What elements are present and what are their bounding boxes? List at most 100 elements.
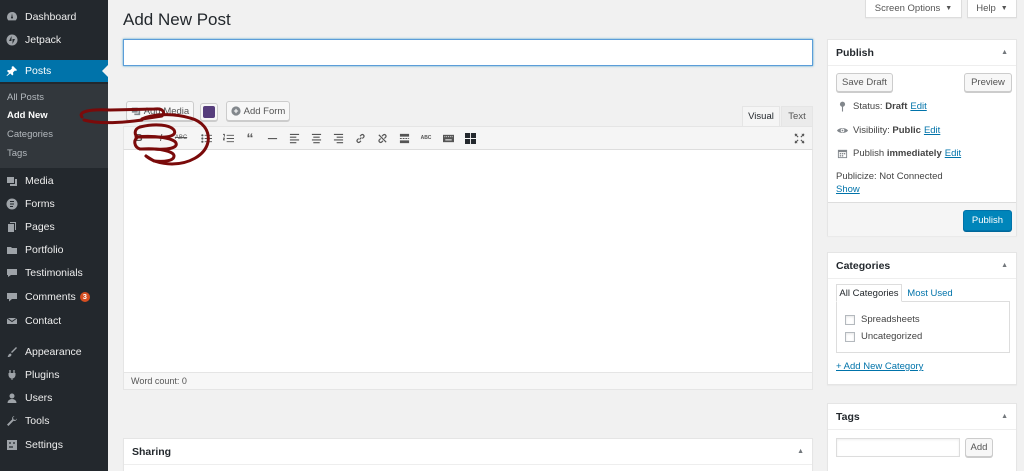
menu-dashboard[interactable]: Dashboard — [0, 6, 108, 28]
horizontal-line-button[interactable] — [265, 131, 279, 145]
add-tag-button[interactable]: Add — [965, 438, 993, 457]
distraction-free-button[interactable] — [792, 131, 806, 145]
align-left-button[interactable] — [287, 131, 301, 145]
category-label: Uncategorized — [861, 331, 923, 342]
menu-jetpack[interactable]: Jetpack — [0, 29, 108, 51]
edit-visibility-link[interactable]: Edit — [924, 125, 940, 136]
publish-header[interactable]: Publish ▲ — [828, 40, 1016, 66]
menu-pages-label: Pages — [25, 221, 55, 233]
jetpack-icon — [5, 33, 19, 47]
menu-contact[interactable]: Contact — [0, 310, 108, 332]
eye-icon — [836, 124, 848, 136]
screen-options-label: Screen Options — [874, 3, 941, 14]
comments-count-badge: 3 — [79, 292, 90, 302]
menu-media[interactable]: Media — [0, 170, 108, 192]
editor-toolbar: B I ABC “ ABC — [123, 126, 813, 150]
wrench-icon — [5, 414, 19, 428]
add-new-category-link[interactable]: + Add New Category — [836, 361, 923, 372]
pushpin-icon — [5, 64, 19, 78]
tab-most-used[interactable]: Most Used — [904, 284, 956, 302]
submenu-add-new[interactable]: Add New — [7, 110, 48, 121]
unlink-icon — [377, 133, 387, 143]
menu-appearance[interactable]: Appearance — [0, 341, 108, 363]
sharing-header[interactable]: Sharing ▲ — [124, 439, 812, 465]
pin-icon — [836, 100, 848, 112]
category-item[interactable]: Uncategorized — [845, 331, 922, 342]
tab-all-categories[interactable]: All Categories — [836, 284, 902, 302]
publish-actions: Publish — [828, 202, 1016, 236]
grid-shortcode-button[interactable] — [463, 131, 477, 145]
read-more-icon — [399, 133, 409, 143]
tags-header[interactable]: Tags ▲ — [828, 404, 1016, 430]
envelope-icon — [5, 314, 19, 328]
menu-plugins-label: Plugins — [25, 369, 60, 381]
status-label: Status: — [853, 100, 883, 112]
toolbar-toggle-button[interactable] — [441, 131, 455, 145]
menu-forms[interactable]: Forms — [0, 193, 108, 215]
tab-text[interactable]: Text — [781, 106, 813, 126]
post-content-editor[interactable] — [123, 150, 813, 372]
category-checkbox[interactable] — [845, 314, 855, 325]
help-button[interactable]: Help ▼ — [967, 0, 1017, 18]
screen-options-button[interactable]: Screen Options ▼ — [865, 0, 962, 18]
publish-button[interactable]: Publish — [963, 210, 1012, 231]
add-form-button[interactable]: Add Form — [226, 101, 290, 121]
new-tag-input[interactable] — [836, 438, 960, 457]
menu-posts[interactable]: Posts — [0, 60, 108, 82]
numbered-list-button[interactable] — [221, 131, 235, 145]
tags-box: Tags ▲ Add — [827, 403, 1017, 471]
submenu-all-posts[interactable]: All Posts — [7, 92, 44, 103]
status-row: Status: Draft Edit — [836, 100, 927, 112]
menu-settings[interactable]: Settings — [0, 434, 108, 456]
schedule-value: immediately — [886, 147, 942, 159]
insert-link-button[interactable] — [353, 131, 367, 145]
keyboard-icon — [442, 134, 454, 142]
collapse-arrow-icon[interactable]: ▲ — [1001, 262, 1008, 269]
grid-icon — [464, 132, 476, 144]
edit-status-link[interactable]: Edit — [910, 101, 926, 112]
menu-testimonials[interactable]: Testimonials — [0, 262, 108, 284]
help-label: Help — [976, 3, 996, 14]
publish-box: Publish ▲ Save Draft Preview Status: Dra… — [827, 39, 1017, 236]
dashboard-icon — [5, 10, 19, 24]
preview-button[interactable]: Preview — [964, 73, 1012, 92]
edit-schedule-link[interactable]: Edit — [945, 148, 961, 159]
sharing-box: Sharing ▲ — [123, 438, 813, 471]
category-label: Spreadsheets — [861, 314, 920, 325]
menu-pages[interactable]: Pages — [0, 216, 108, 238]
blockquote-button[interactable]: “ — [243, 130, 257, 146]
menu-users[interactable]: Users — [0, 387, 108, 409]
publicize-show-link[interactable]: Show — [836, 184, 860, 195]
categories-header[interactable]: Categories ▲ — [828, 253, 1016, 279]
menu-jetpack-label: Jetpack — [25, 34, 62, 46]
menu-plugins[interactable]: Plugins — [0, 364, 108, 386]
spellcheck-button[interactable]: ABC — [419, 131, 433, 145]
tab-visual[interactable]: Visual — [742, 106, 780, 126]
word-count: Word count: 0 — [131, 376, 187, 386]
submenu-tags[interactable]: Tags — [7, 148, 27, 159]
status-value: Draft — [885, 100, 908, 112]
remove-link-button[interactable] — [375, 131, 389, 145]
menu-posts-label: Posts — [25, 65, 52, 77]
collapse-arrow-icon[interactable]: ▲ — [797, 448, 804, 455]
category-checkbox[interactable] — [845, 331, 855, 342]
save-draft-button[interactable]: Save Draft — [836, 73, 893, 92]
menu-comments[interactable]: Comments 3 — [0, 286, 108, 308]
submenu-categories[interactable]: Categories — [7, 129, 53, 140]
align-left-icon — [289, 133, 299, 143]
align-right-button[interactable] — [331, 131, 345, 145]
menu-appearance-label: Appearance — [25, 346, 82, 358]
paintbrush-icon — [5, 345, 19, 359]
align-center-icon — [311, 133, 321, 143]
post-title-input[interactable] — [123, 39, 813, 66]
align-center-button[interactable] — [309, 131, 323, 145]
collapse-arrow-icon[interactable]: ▲ — [1001, 49, 1008, 56]
read-more-button[interactable] — [397, 131, 411, 145]
folder-icon — [5, 243, 19, 257]
category-item[interactable]: Spreadsheets — [845, 314, 920, 325]
schedule-row: Publish immediately Edit — [836, 147, 961, 159]
menu-portfolio[interactable]: Portfolio — [0, 239, 108, 261]
collapse-arrow-icon[interactable]: ▲ — [1001, 413, 1008, 420]
user-icon — [5, 391, 19, 405]
menu-tools[interactable]: Tools — [0, 410, 108, 432]
